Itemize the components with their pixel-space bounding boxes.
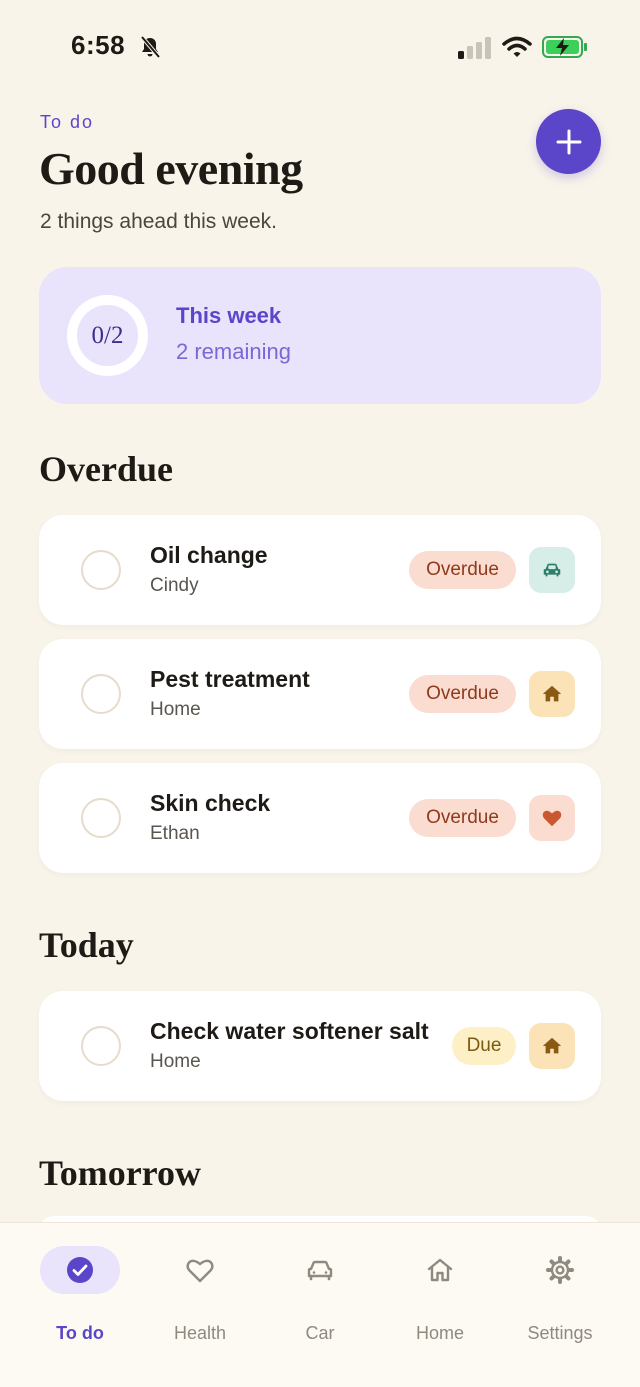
heart-icon: [186, 1259, 214, 1283]
task-card[interactable]: Oil change Cindy Overdue: [39, 515, 601, 625]
week-remaining: 2 remaining: [176, 339, 291, 364]
task-card[interactable]: Pest treatment Home Overdue: [39, 639, 601, 749]
section-title-overdue: Overdue: [39, 449, 173, 489]
category-tile: [529, 1023, 575, 1069]
task-checkbox[interactable]: [81, 798, 121, 838]
wifi-icon: [502, 36, 532, 57]
page-title: Good evening: [39, 143, 303, 194]
task-assignee: Home: [150, 1051, 201, 1072]
nav-label: Settings: [527, 1323, 593, 1343]
heart-icon: [542, 810, 562, 827]
task-assignee: Cindy: [150, 575, 199, 596]
nav-item-car[interactable]: Car: [260, 1245, 380, 1345]
page-subtitle: 2 things ahead this week.: [40, 210, 277, 233]
task-card[interactable]: Check water softener salt Home Due: [39, 991, 601, 1101]
nav-label: Home: [415, 1323, 464, 1343]
task-title: Pest treatment: [150, 666, 310, 692]
add-task-button[interactable]: [536, 109, 601, 174]
bell-muted-icon: [140, 35, 161, 59]
nav-item-settings[interactable]: Settings: [500, 1245, 620, 1345]
home-icon: [542, 685, 562, 702]
status-badge: Due: [452, 1027, 516, 1065]
battery-charging-icon: [542, 36, 587, 58]
task-assignee: Home: [150, 699, 201, 720]
car-icon: [543, 563, 561, 577]
task-assignee: Ethan: [150, 823, 200, 844]
status-time: 6:58: [71, 30, 126, 60]
nav-label: Car: [305, 1323, 335, 1343]
home-icon: [427, 1258, 453, 1282]
home-icon: [542, 1037, 562, 1054]
task-title: Check water softener salt: [150, 1018, 429, 1044]
section-title-today: Today: [39, 925, 134, 965]
page-eyebrow: To do: [40, 112, 95, 132]
nav-item-home[interactable]: Home: [380, 1245, 500, 1345]
cellular-signal-icon: [458, 37, 491, 59]
gear-icon: [546, 1256, 574, 1284]
category-tile: [529, 547, 575, 593]
progress-count: 0/2: [91, 321, 124, 349]
task-checkbox[interactable]: [81, 674, 121, 714]
status-badge: Overdue: [409, 551, 516, 589]
task-checkbox[interactable]: [81, 1026, 121, 1066]
todo-screen: 6:58 To do Good evening 2 things ahead t…: [0, 0, 640, 1387]
nav-item-health[interactable]: Health: [140, 1245, 260, 1345]
task-title: Skin check: [150, 790, 271, 816]
section-title-tomorrow: Tomorrow: [39, 1153, 201, 1193]
category-tile: [529, 671, 575, 717]
task-card[interactable]: Skin check Ethan Overdue: [39, 763, 601, 873]
plus-icon: [556, 129, 581, 154]
check-circle-icon: [67, 1257, 93, 1283]
category-tile: [529, 795, 575, 841]
nav-item-todo[interactable]: To do: [20, 1245, 140, 1345]
status-badge: Overdue: [409, 675, 516, 713]
progress-ring: 0/2: [67, 295, 148, 376]
task-title: Oil change: [150, 542, 268, 568]
week-summary-card[interactable]: 0/2 This week 2 remaining: [39, 267, 601, 404]
status-badge: Overdue: [409, 799, 516, 837]
car-icon: [307, 1260, 333, 1281]
nav-label: Health: [173, 1323, 227, 1343]
task-checkbox[interactable]: [81, 550, 121, 590]
week-title: This week: [176, 303, 282, 328]
nav-label: To do: [56, 1323, 104, 1343]
bottom-nav: To do Health Car Home Settings: [0, 1222, 640, 1387]
